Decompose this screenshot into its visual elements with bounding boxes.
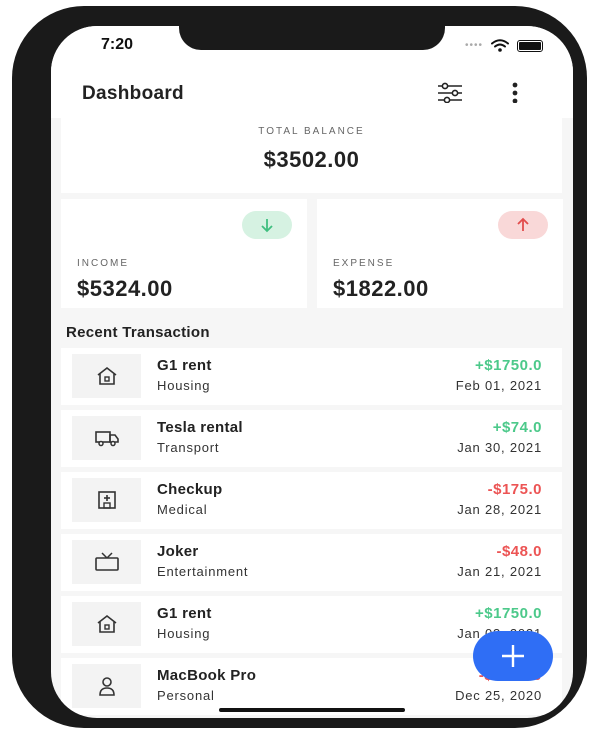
arrow-down-icon	[261, 219, 273, 233]
transaction-row[interactable]: Joker Entertainment -$48.0 Jan 21, 2021	[61, 534, 562, 591]
transaction-category: Transport	[157, 440, 220, 455]
transaction-date: Jan 30, 2021	[457, 440, 542, 455]
truck-icon	[72, 416, 141, 460]
transaction-name: G1 rent	[157, 357, 212, 374]
arrow-up-icon	[517, 217, 529, 231]
recent-transaction-heading: Recent Transaction	[66, 324, 210, 341]
transaction-row[interactable]: Tesla rental Transport +$74.0 Jan 30, 20…	[61, 410, 562, 467]
transaction-category: Housing	[157, 378, 211, 393]
income-badge	[242, 211, 292, 239]
total-balance-card: TOTAL BALANCE $3502.00	[61, 103, 562, 193]
transaction-date: Jan 21, 2021	[457, 564, 542, 579]
filter-button[interactable]	[436, 82, 464, 104]
signal-dots-icon: ••••	[464, 40, 483, 51]
transaction-name: Joker	[157, 543, 199, 560]
expense-badge	[498, 211, 548, 239]
battery-icon	[517, 39, 543, 52]
transaction-amount: -$175.0	[487, 481, 542, 498]
house-icon	[72, 602, 141, 646]
income-amount: $5324.00	[77, 276, 173, 301]
medical-icon	[72, 478, 141, 522]
transaction-amount: +$1750.0	[475, 357, 542, 374]
transaction-amount: -$48.0	[496, 543, 542, 560]
transaction-category: Housing	[157, 626, 211, 641]
status-time: 7:20	[101, 36, 134, 53]
transaction-row[interactable]: G1 rent Housing +$1750.0 Feb 01, 2021	[61, 348, 562, 405]
house-icon	[72, 354, 141, 398]
transaction-date: Jan 28, 2021	[457, 502, 542, 517]
person-icon	[72, 664, 141, 708]
plus-icon	[502, 645, 524, 667]
transaction-row[interactable]: Checkup Medical -$175.0 Jan 28, 2021	[61, 472, 562, 529]
transaction-name: Tesla rental	[157, 419, 243, 436]
income-label: INCOME	[77, 258, 129, 269]
home-indicator[interactable]	[219, 708, 405, 712]
total-balance-label: TOTAL BALANCE	[258, 126, 365, 137]
more-options-button[interactable]	[507, 81, 523, 105]
transaction-name: MacBook Pro	[157, 667, 257, 684]
transaction-amount: +$1750.0	[475, 605, 542, 622]
wifi-icon	[491, 39, 509, 52]
tv-icon	[72, 540, 141, 584]
add-transaction-button[interactable]	[473, 631, 553, 681]
transaction-category: Personal	[157, 688, 215, 703]
app-screen: 7:20 •••• Dashboard TOTAL BALANCE $3502.…	[51, 26, 573, 718]
status-icons: ••••	[465, 39, 543, 52]
more-vertical-icon	[512, 82, 518, 104]
transaction-date: Feb 01, 2021	[455, 378, 542, 393]
transaction-name: G1 rent	[157, 605, 212, 622]
transaction-amount: +$74.0	[492, 419, 542, 436]
transaction-date: Dec 25, 2020	[455, 688, 542, 703]
expense-amount: $1822.00	[333, 276, 429, 301]
transaction-category: Medical	[157, 502, 208, 517]
transaction-name: Checkup	[157, 481, 223, 498]
transaction-category: Entertainment	[157, 564, 249, 579]
total-balance-amount: $3502.00	[263, 147, 360, 172]
expense-card[interactable]: EXPENSE $1822.00	[317, 199, 563, 308]
page-title: Dashboard	[82, 83, 184, 104]
sliders-icon	[438, 82, 462, 104]
phone-frame: 7:20 •••• Dashboard TOTAL BALANCE $3502.…	[12, 6, 587, 728]
income-card[interactable]: INCOME $5324.00	[61, 199, 307, 308]
expense-label: EXPENSE	[333, 258, 395, 269]
notch	[179, 26, 445, 50]
